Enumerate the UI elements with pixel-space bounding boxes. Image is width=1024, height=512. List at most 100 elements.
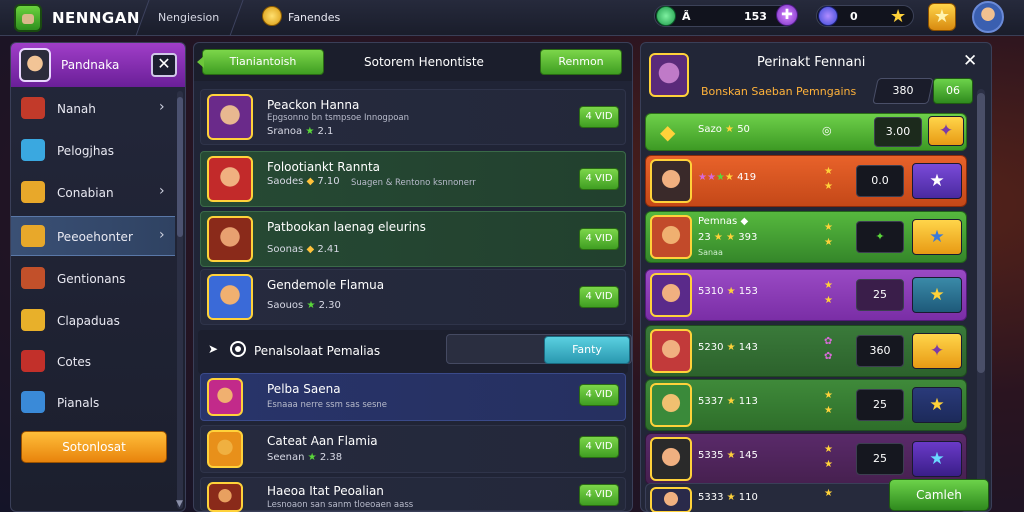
reward-row[interactable]: Pemnas ◆ 23 ★ ★ 393 Sanaa ★ ★ ✦ ★ [645,211,967,263]
right-title: Perinakt Fennani [757,55,866,70]
chest-icon [21,97,45,119]
star-rating: ★ ★ [824,222,833,248]
reward-text: 5310 ★ 153 [698,286,758,297]
sidebar-item-label: Peeoehonter [57,230,133,244]
star-rating: ✿ ✿ [824,336,833,362]
top-bar: NENNGAN Nengiesion Fanendes Ã 153 ✚ 0 ★ … [0,0,1024,36]
star-rating: ★ ★ [824,280,833,306]
close-icon[interactable]: ✕ [963,51,977,71]
sidebar-item-clapaduas[interactable]: Clapaduas [11,301,175,341]
sidebar-item-label: Nanah [57,102,96,116]
right-subtitle: Bonskan Saeban Pemngains [701,85,857,98]
row-name: Folootiankt Rannta [267,160,380,174]
reward-subtext: Sanaa [698,248,723,257]
sidebar-item-gentionans[interactable]: Gentionans [11,259,175,299]
row-stats: Soonas ◆ 2.41 [267,244,340,255]
achievements-star-button[interactable]: ★ [928,3,956,31]
list-item[interactable]: Patbookan laenag eleurins Soonas ◆ 2.41 … [200,211,626,267]
row-description: Lesnoaon san sanm tloeoaen aass [267,500,414,510]
section-button[interactable]: Fanty [544,336,630,364]
upgrade-button[interactable]: ✦ [912,333,962,369]
character-portrait [650,437,692,481]
claim-button[interactable]: ✦ [928,116,964,146]
character-portrait [207,430,243,468]
chevron-right-icon: › [159,99,165,115]
close-icon[interactable]: ✕ [151,53,177,77]
bottom-action-button[interactable]: Camleh [889,479,989,511]
row-action-button[interactable]: 4 VID [579,286,619,308]
row-name: Peackon Hanna [267,98,360,112]
reward-title: Pemnas ◆ [698,216,749,227]
upgrade-button[interactable]: ★ [912,441,962,477]
middle-title: Sotorem Henontiste [364,55,484,69]
reward-row[interactable]: ★★★★ 419 ★ ★ 0.0 ★ [645,155,967,207]
list-item[interactable]: Gendemole Flamua Saouos ★ 2.30 4 VID [200,269,626,325]
orb-icon [818,6,838,26]
sidebar-item-nanah[interactable]: Nanah › [11,89,175,129]
sub-title[interactable]: Nengiesion [158,11,219,24]
row-stats: Saodes ◆ 7.10 [267,176,340,187]
scroll-down-icon[interactable]: ▼ [176,499,183,509]
reward-row[interactable]: 5310 ★ 153 ★ ★ 25 ★ [645,269,967,321]
shield-icon: ◆ [306,176,315,187]
coin-label[interactable]: Fanendes [288,11,340,24]
sidebar-item-label: Pianals [57,396,100,410]
reward-row[interactable]: 5337 ★ 113 ★ ★ 25 ★ [645,379,967,431]
list-item[interactable]: Folootiankt Rannta Saodes ◆ 7.10 Suagen … [200,151,626,207]
tab-main[interactable]: Tianiantoish [197,49,324,75]
row-stats: Saouos ★ 2.30 [267,300,341,311]
green-gem-icon [656,6,676,26]
upgrade-button[interactable]: ★ [912,163,962,199]
header-action-button[interactable]: Renmon [540,49,622,75]
star-rating: ★ ★ [824,444,833,470]
star-icon: ★ [307,452,317,463]
sidebar-scrollbar[interactable] [177,91,183,509]
middle-header: Tianiantoish Sotorem Henontiste Renmon [194,43,632,81]
crate-icon [21,181,45,203]
row-action-button[interactable]: 4 VID [579,384,619,406]
sidebar-item-peeoehonter[interactable]: Peeoehonter › [11,216,175,256]
row-name: Haeoa Itat Peoalian [267,484,384,498]
sidebar-action-button[interactable]: Sotonlosat [21,431,167,463]
right-scrollbar[interactable] [977,89,985,505]
row-action-button[interactable]: 4 VID [579,168,619,190]
upgrade-button[interactable]: ★ [912,387,962,423]
sidebar-item-cotes[interactable]: Cotes [11,342,175,382]
game-logo-icon [14,4,42,32]
list-item[interactable]: Peackon Hanna Epgsonno bn tsmpsoe Innogp… [200,89,626,145]
reward-row[interactable]: 5335 ★ 145 ★ ★ 25 ★ [645,433,967,485]
list-item[interactable]: Cateat Aan Flamia Seenan ★ 2.38 4 VID [200,425,626,473]
app-title: NENNGAN [52,9,140,27]
upgrade-button[interactable]: ★ [912,277,962,313]
star-rating: ★ ★ [824,390,833,416]
reward-row[interactable]: Sazo ★ 50 ◆ 3.00 ✦ ◎ [645,113,967,151]
target-icon [230,341,246,357]
sidebar-avatar [19,48,51,82]
character-portrait [207,378,243,416]
resource-value: 153 [744,10,767,23]
reward-text: 5333 ★ 110 [698,492,758,503]
row-action-button[interactable]: 4 VID [579,106,619,128]
row-action-button[interactable]: 4 VID [579,484,619,506]
player-avatar[interactable] [972,1,1004,33]
sidebar-item-pelogjhas[interactable]: Pelogjhas [11,131,175,171]
chevron-right-icon: › [159,227,165,243]
add-gems-button[interactable]: ✚ [776,4,798,26]
reward-row[interactable]: 5230 ★ 143 ✿ ✿ 360 ✦ [645,325,967,377]
row-name: Gendemole Flamua [267,278,385,292]
value-display: 380 [872,78,934,104]
character-portrait [650,159,692,203]
row-action-button[interactable]: 4 VID [579,228,619,250]
sidebar-item-pianals[interactable]: Pianals [11,383,175,423]
upgrade-button[interactable]: ★ [912,219,962,255]
row-action-button[interactable]: 4 VID [579,436,619,458]
sidebar-item-conabian[interactable]: Conabian › [11,173,175,213]
sidebar-item-label: Pelogjhas [57,144,115,158]
value-button[interactable]: 06 [933,78,973,104]
character-portrait [650,329,692,373]
character-portrait [650,487,692,512]
reward-text: 5337 ★ 113 [698,396,758,407]
list-item[interactable]: Haeoa Itat Peoalian Lesnoaon san sanm tl… [200,477,626,512]
pointer-icon: ➤ [208,342,219,356]
list-item[interactable]: Pelba Saena Esnaaa nerre ssm sas sesne 4… [200,373,626,421]
